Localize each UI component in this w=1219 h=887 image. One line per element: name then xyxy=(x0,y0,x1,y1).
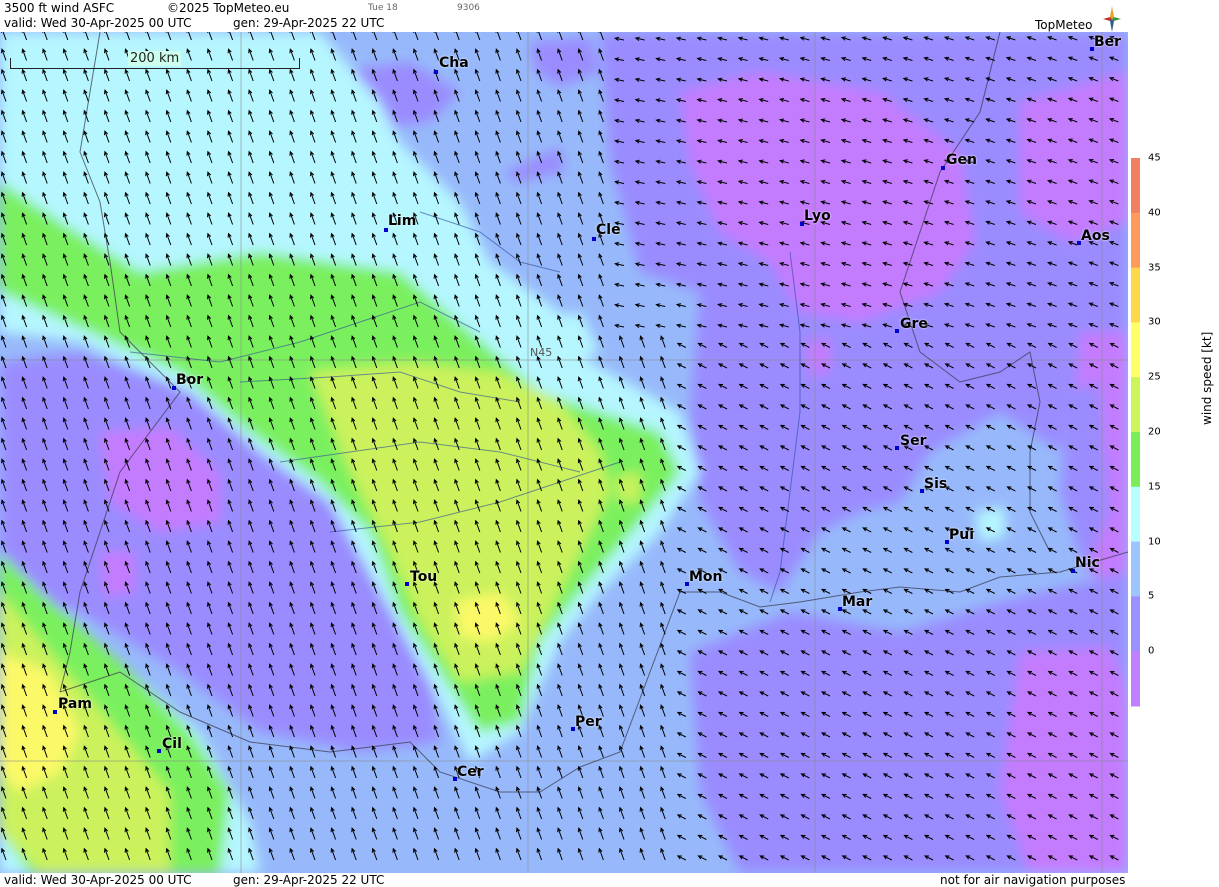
city-label: Lyo xyxy=(804,208,831,224)
legend-swatch xyxy=(1131,541,1140,597)
city-label: Sis xyxy=(924,476,948,492)
legend-tick-label: 35 xyxy=(1148,262,1161,274)
city-label: Ser xyxy=(900,433,927,449)
city-label: Tou xyxy=(410,569,438,585)
legend-swatch xyxy=(1131,322,1140,378)
product-title: 3500 ft wind ASFC xyxy=(4,1,115,15)
legend-tick-label: 5 xyxy=(1148,590,1155,602)
valid-time: valid: Wed 30-Apr-2025 00 UTC xyxy=(4,16,192,30)
city-label: Cle xyxy=(596,222,621,238)
legend-tick-label: 0 xyxy=(1148,645,1155,657)
tiny-label-1: Tue 18 xyxy=(368,3,398,13)
city-dot xyxy=(157,749,161,753)
city-label: Bor xyxy=(176,372,204,388)
legend-swatch xyxy=(1131,596,1140,652)
logo-text: TopMeteo xyxy=(1035,18,1093,32)
footer-bar: valid: Wed 30-Apr-2025 00 UTC gen: 29-Ap… xyxy=(0,873,1219,887)
city-label: Cha xyxy=(439,55,469,71)
legend-swatch xyxy=(1131,158,1140,214)
legend-tick-label: 25 xyxy=(1148,371,1161,383)
city-label: Cer xyxy=(457,764,484,780)
topmeteo-logo[interactable]: TopMeteo xyxy=(1035,4,1121,32)
city-label: Mar xyxy=(842,594,873,610)
legend-tick-label: 10 xyxy=(1148,536,1161,548)
scale-label: 200 km xyxy=(128,51,182,66)
footer-disclaimer: not for air navigation purposes xyxy=(940,873,1126,887)
city-label: Gre xyxy=(900,316,928,332)
legend-swatch xyxy=(1131,486,1140,543)
city-label: Lim xyxy=(388,213,417,229)
city-label: Pui xyxy=(949,527,975,543)
legend-tick-label: 20 xyxy=(1148,426,1161,438)
latitude-label: N45 xyxy=(530,346,553,359)
compass-star-icon xyxy=(1103,6,1121,32)
legend-tick-label: 30 xyxy=(1148,316,1161,328)
generated-time: gen: 29-Apr-2025 22 UTC xyxy=(233,16,385,30)
legend-tick-label: 45 xyxy=(1148,152,1161,164)
city-dot xyxy=(895,446,899,450)
city-label: Ber xyxy=(1094,34,1122,50)
city-label: Aos xyxy=(1081,228,1110,244)
legend-swatch xyxy=(1131,212,1140,269)
city-dot xyxy=(53,710,57,714)
city-dot xyxy=(434,70,438,74)
city-label: Nic xyxy=(1075,555,1100,571)
city-label: Pam xyxy=(58,696,92,712)
legend-colorbar xyxy=(1131,158,1140,707)
city-label: Mon xyxy=(689,569,723,585)
city-dot xyxy=(895,329,899,333)
legend-swatch xyxy=(1131,267,1140,323)
header-bar: 3500 ft wind ASFC ©2025 TopMeteo.eu Tue … xyxy=(0,0,1219,32)
city-label: Cil xyxy=(162,736,182,752)
copyright-text: ©2025 TopMeteo.eu xyxy=(167,1,290,15)
city-label: Per xyxy=(575,714,602,730)
tiny-label-2: 9306 xyxy=(457,3,480,13)
legend-swatch xyxy=(1131,651,1140,707)
city-label: Gen xyxy=(946,152,977,168)
legend-tick-label: 15 xyxy=(1148,481,1161,493)
legend-swatch xyxy=(1131,377,1140,433)
footer-valid-time: valid: Wed 30-Apr-2025 00 UTC xyxy=(4,873,192,887)
legend-unit-label: wind speed [kt] xyxy=(1200,331,1214,425)
city-dot xyxy=(941,166,945,170)
city-dot xyxy=(405,582,409,586)
wind-map[interactable]: 200 km N45 Cha Ber Gen Lim Cle Lyo Aos G… xyxy=(0,32,1128,873)
color-legend xyxy=(1128,32,1219,873)
legend-tick-label: 40 xyxy=(1148,207,1161,219)
legend-swatch xyxy=(1131,432,1140,488)
footer-generated-time: gen: 29-Apr-2025 22 UTC xyxy=(233,873,385,887)
